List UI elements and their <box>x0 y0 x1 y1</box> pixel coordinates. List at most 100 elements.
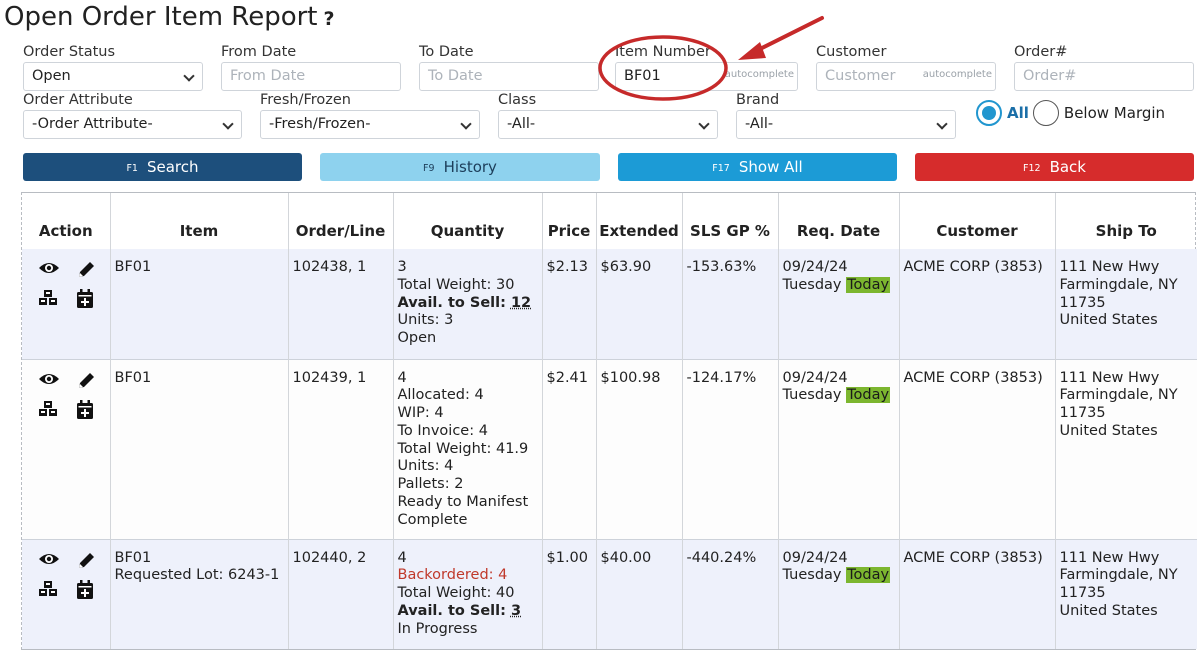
fresh-frozen-select[interactable]: -Fresh/Frozen- <box>260 110 480 139</box>
column-header[interactable]: Ship To <box>1055 193 1197 249</box>
from-date-label: From Date <box>221 44 297 60</box>
order-number-input[interactable]: Order# <box>1014 62 1194 91</box>
order-line-cell[interactable]: 102440, 2 <box>288 538 394 649</box>
item-cell: BF01 Requested Lot: 6243-1 <box>110 538 289 649</box>
class-label: Class <box>498 92 537 108</box>
ship-line: Farmingdale, NY <box>1059 387 1178 404</box>
req-date-cell: 09/24/24 Tuesday Today <box>778 358 900 539</box>
gp-cell: -153.63% <box>682 249 779 359</box>
gp-cell: -440.24% <box>682 538 779 649</box>
table-row: BF01 102438, 1 3 Total Weight: 30 Avail.… <box>22 249 1197 359</box>
ship-line: 11735 <box>1059 405 1106 422</box>
from-date-input[interactable]: From Date <box>221 62 401 91</box>
column-header[interactable]: Order/Line <box>288 193 394 249</box>
below-margin-radio[interactable] <box>1032 100 1059 126</box>
brand-select[interactable]: -All- <box>736 110 956 139</box>
eye-icon[interactable] <box>38 260 60 276</box>
column-header[interactable]: Action <box>22 193 111 249</box>
item-code[interactable]: BF01 <box>115 370 152 386</box>
eye-icon[interactable] <box>38 551 60 567</box>
class-field: Class -All- <box>498 91 718 139</box>
ship-to-cell: 111 New Hwy Farmingdale, NY 11735 United… <box>1055 358 1197 539</box>
order-attribute-select[interactable]: -Order Attribute- <box>23 110 242 139</box>
calendar-plus-icon[interactable] <box>76 399 94 420</box>
column-header[interactable]: Quantity <box>393 193 543 249</box>
back-button[interactable]: F12 Back <box>915 153 1194 181</box>
avail-value[interactable]: 12 <box>511 295 531 311</box>
order-status-field: Order Status Open <box>23 43 203 91</box>
customer-placeholder: Customer <box>825 68 896 84</box>
all-radio-label[interactable]: All <box>1007 104 1029 122</box>
cubes-icon[interactable] <box>38 400 58 418</box>
to-invoice: To Invoice: 4 <box>397 422 488 439</box>
column-header[interactable]: Price <box>542 193 597 249</box>
chevron-down-icon <box>183 70 195 82</box>
show-all-button[interactable]: F17 Show All <box>618 153 897 181</box>
item-number-input[interactable]: BF01 autocomplete <box>615 62 798 91</box>
item-number-value: BF01 <box>624 68 661 84</box>
class-select[interactable]: -All- <box>498 110 718 139</box>
item-number-field: Item Number BF01 autocomplete <box>615 43 798 91</box>
avail-label: Avail. to Sell: <box>397 602 506 619</box>
extended-cell: $100.98 <box>596 358 683 539</box>
table-row: BF01 Requested Lot: 6243-1 102440, 2 4 B… <box>22 538 1197 649</box>
history-button[interactable]: F9 History <box>320 153 600 181</box>
total-weight: Total Weight: 41.9 <box>397 440 529 457</box>
quantity-value: 4 <box>397 369 407 386</box>
wip: WIP: 4 <box>397 405 444 422</box>
to-date-placeholder: To Date <box>428 68 483 84</box>
order-line-cell[interactable]: 102439, 1 <box>288 358 394 539</box>
avail-value[interactable]: 3 <box>511 603 521 619</box>
column-header[interactable]: Req. Date <box>778 193 900 249</box>
class-value: -All- <box>507 116 536 132</box>
calendar-plus-icon[interactable] <box>76 289 94 309</box>
order-number-field: Order# Order# <box>1014 43 1194 91</box>
all-radio[interactable] <box>976 100 1002 126</box>
action-cell <box>22 249 111 359</box>
quantity-value: 3 <box>397 259 407 275</box>
fresh-frozen-label: Fresh/Frozen <box>260 92 352 108</box>
ship-to-cell: 111 New Hwy Farmingdale, NY 11735 United… <box>1055 538 1197 649</box>
to-date-input[interactable]: To Date <box>419 62 599 91</box>
avail-label: Avail. to Sell: <box>397 294 506 311</box>
pencil-icon[interactable] <box>76 260 96 280</box>
item-code[interactable]: BF01 <box>115 259 152 275</box>
chevron-down-icon <box>222 118 234 130</box>
item-code[interactable]: BF01 <box>115 550 284 568</box>
fresh-frozen-field: Fresh/Frozen -Fresh/Frozen- <box>260 91 480 139</box>
brand-label: Brand <box>736 92 780 108</box>
customer-input[interactable]: Customer autocomplete <box>816 62 996 91</box>
brand-field: Brand -All- <box>736 91 956 139</box>
req-weekday: Tuesday <box>782 276 842 293</box>
order-number-placeholder: Order# <box>1023 68 1077 84</box>
req-date: 09/24/24 <box>782 259 848 275</box>
item-cell: BF01 <box>110 358 289 539</box>
column-header[interactable]: SLS GP % <box>682 193 779 249</box>
item-cell: BF01 <box>110 249 289 359</box>
today-badge: Today <box>846 567 891 584</box>
calendar-plus-icon[interactable] <box>76 579 94 600</box>
eye-icon[interactable] <box>38 371 60 387</box>
chevron-down-icon <box>936 118 948 130</box>
cubes-icon[interactable] <box>38 580 58 598</box>
from-date-placeholder: From Date <box>230 68 306 84</box>
quantity-cell: 3 Total Weight: 30 Avail. to Sell: 12 Un… <box>393 249 543 359</box>
help-icon[interactable]: ? <box>324 8 335 30</box>
column-header[interactable]: Item <box>110 193 289 249</box>
order-status-select[interactable]: Open <box>23 62 203 91</box>
column-header[interactable]: Customer <box>899 193 1056 249</box>
pencil-icon[interactable] <box>76 371 96 391</box>
pencil-icon[interactable] <box>76 551 96 571</box>
ship-line: 111 New Hwy <box>1059 549 1160 566</box>
pallets: Pallets: 2 <box>397 476 464 493</box>
below-margin-radio-label[interactable]: Below Margin <box>1064 104 1165 122</box>
action-cell <box>22 538 111 649</box>
show-all-button-label: Show All <box>738 158 803 176</box>
ship-line: 11735 <box>1059 585 1106 602</box>
margin-radio-group: All Below Margin <box>976 99 1169 127</box>
cubes-icon[interactable] <box>38 289 58 307</box>
fresh-frozen-value: -Fresh/Frozen- <box>269 116 371 132</box>
column-header[interactable]: Extended <box>596 193 683 249</box>
search-button[interactable]: F1 Search <box>23 153 302 181</box>
order-line-cell[interactable]: 102438, 1 <box>288 249 394 359</box>
